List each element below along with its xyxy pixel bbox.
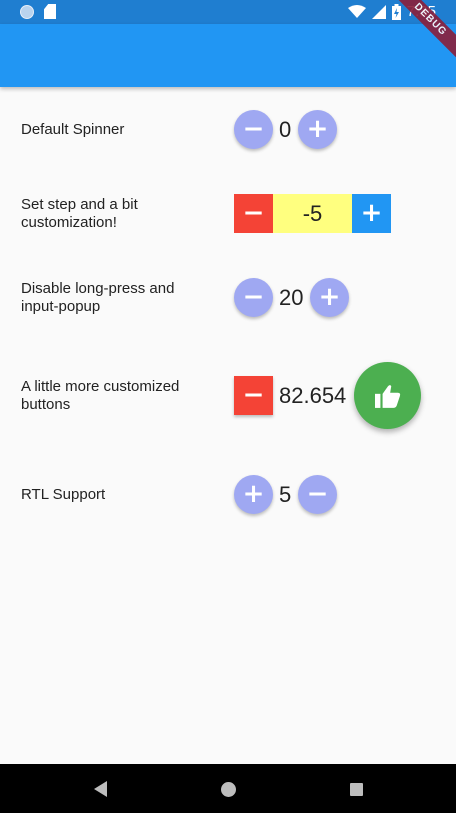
minus-icon: −: [242, 281, 265, 312]
plus-icon: +: [306, 113, 329, 144]
decrement-button[interactable]: −: [234, 278, 273, 317]
increment-button[interactable]: +: [234, 475, 273, 514]
spinner-row-no-longpress: Disable long-press and input-popup − 20 …: [0, 278, 456, 318]
minus-icon: −: [242, 197, 265, 228]
wifi-icon: [347, 4, 366, 18]
row-label: Disable long-press and input-popup: [21, 280, 175, 315]
row-label: Default Spinner: [21, 121, 125, 138]
sd-card-icon: [44, 4, 56, 19]
back-icon[interactable]: [94, 781, 107, 797]
plus-icon: +: [360, 197, 383, 228]
spinner-value-input[interactable]: -5: [273, 194, 352, 233]
status-bar: 7:35: [0, 0, 456, 24]
row-label: RTL Support: [21, 486, 106, 503]
spinner-row-custom-buttons: A little more customized buttons − 82.65…: [0, 362, 456, 430]
spinner-value: 20: [279, 285, 304, 310]
increment-button[interactable]: +: [298, 110, 337, 149]
home-icon[interactable]: [221, 782, 236, 797]
spinner-value: 82.654: [279, 383, 347, 408]
thumbs-up-icon: [374, 384, 400, 408]
spinner-value: 0: [279, 117, 292, 142]
recents-icon[interactable]: [350, 783, 363, 796]
plus-icon: +: [242, 478, 265, 509]
decrement-button[interactable]: −: [234, 194, 273, 233]
increment-button[interactable]: +: [352, 194, 391, 233]
battery-charging-icon: [391, 3, 401, 20]
system-nav-bar: [0, 764, 456, 813]
spinner-row-rtl: RTL Support + 5 −: [0, 475, 456, 515]
app-bar: [0, 24, 456, 87]
spinner-row-default: Default Spinner − 0 +: [0, 110, 456, 150]
increment-button[interactable]: +: [310, 278, 349, 317]
notification-circle-icon: [20, 4, 34, 19]
decrement-button[interactable]: −: [298, 475, 337, 514]
minus-icon: −: [306, 478, 329, 509]
decrement-button[interactable]: −: [234, 376, 273, 415]
plus-icon: +: [318, 281, 341, 312]
minus-icon: −: [242, 379, 265, 410]
spinner-value: -5: [302, 200, 323, 226]
spinner-row-step: Set step and a bit customization! − -5 +: [0, 194, 456, 234]
cell-signal-icon: [371, 4, 386, 19]
minus-icon: −: [242, 113, 265, 144]
row-label: Set step and a bit customization!: [21, 196, 138, 231]
spinner-value: 5: [279, 482, 292, 507]
thumbs-up-increment-button[interactable]: [354, 362, 421, 429]
decrement-button[interactable]: −: [234, 110, 273, 149]
row-label: A little more customized buttons: [21, 378, 180, 413]
